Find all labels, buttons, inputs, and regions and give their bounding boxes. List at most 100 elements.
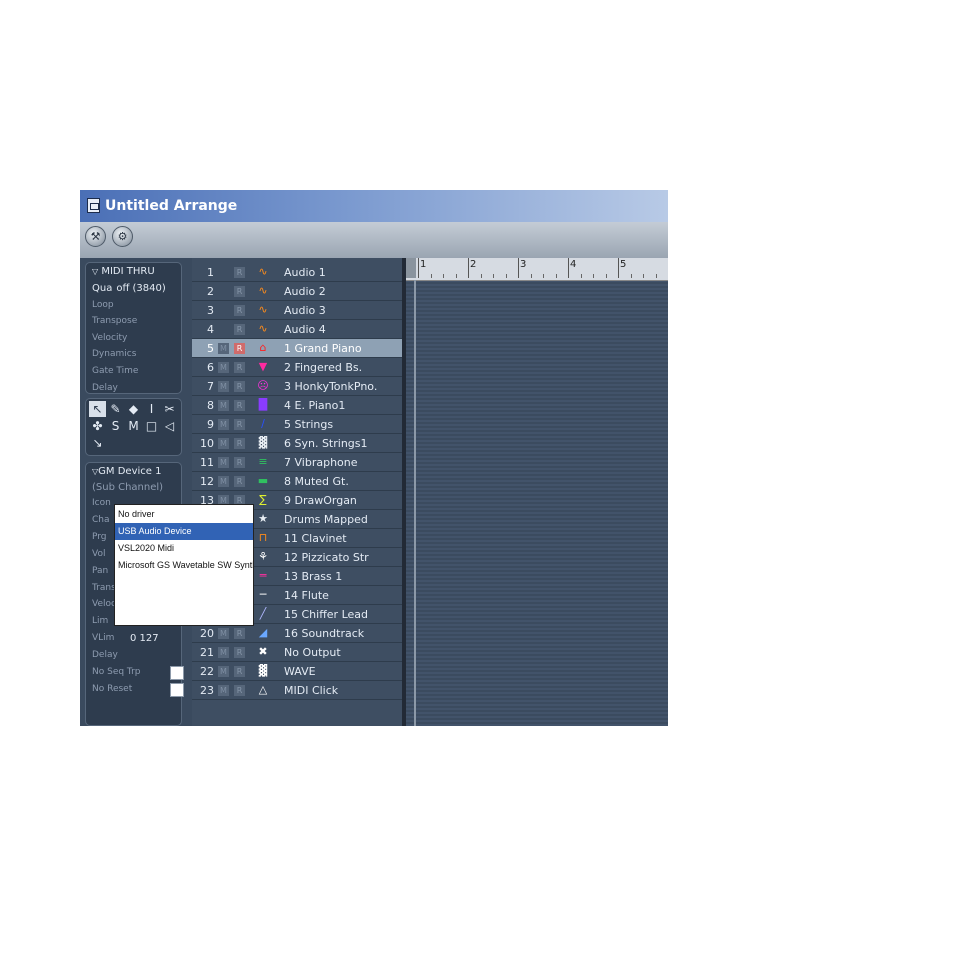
track-name[interactable]: 2 Fingered Bs. [284, 361, 362, 374]
midi-thru-param[interactable]: Delay [92, 383, 118, 393]
mute-button[interactable]: M [218, 476, 229, 487]
track-row[interactable]: 12 M R ▬ 8 Muted Gt. [192, 472, 402, 491]
track-name[interactable]: MIDI Click [284, 684, 338, 697]
track-name[interactable]: 4 E. Piano1 [284, 399, 345, 412]
gm-param[interactable]: Prg [92, 532, 107, 542]
record-button[interactable]: R [234, 267, 245, 278]
track-row[interactable]: 21 M R ✖ No Output [192, 643, 402, 662]
record-button[interactable]: R [234, 457, 245, 468]
arrange-area[interactable]: 1 2 3 4 5 [406, 258, 668, 726]
gm-param[interactable]: No Seq Trp [92, 667, 141, 677]
track-row[interactable]: 2 R ∿ Audio 2 [192, 282, 402, 301]
solo-tool-icon[interactable]: S [107, 418, 124, 434]
mute-button[interactable]: M [218, 457, 229, 468]
track-name[interactable]: 5 Strings [284, 418, 333, 431]
text-tool-icon[interactable]: I [143, 401, 160, 417]
mute-button[interactable]: M [218, 685, 229, 696]
gm-param[interactable]: Trans [92, 583, 116, 593]
catch-button[interactable]: ⚙ [112, 226, 133, 247]
window-document-icon[interactable] [87, 198, 100, 213]
record-button[interactable]: R [234, 400, 245, 411]
gm-param[interactable]: Cha [92, 515, 110, 525]
track-row[interactable]: 23 M R △ MIDI Click [192, 681, 402, 700]
track-name[interactable]: Audio 3 [284, 304, 326, 317]
track-row[interactable]: 7 M R ☹ 3 HonkyTonkPno. [192, 377, 402, 396]
gm-param[interactable]: No Reset [92, 684, 132, 694]
track-name[interactable]: 7 Vibraphone [284, 456, 358, 469]
pencil-tool-icon[interactable]: ✎ [107, 401, 124, 417]
mute-button[interactable]: M [218, 666, 229, 677]
record-button[interactable]: R [234, 685, 245, 696]
track-name[interactable]: Audio 1 [284, 266, 326, 279]
track-name[interactable]: 8 Muted Gt. [284, 475, 349, 488]
track-row[interactable]: 10 M R ▓ 6 Syn. Strings1 [192, 434, 402, 453]
midi-thru-param[interactable]: Qua off (3840) [92, 283, 166, 294]
record-button[interactable]: R [234, 438, 245, 449]
driver-menu-item[interactable]: VSL2020 Midi [115, 540, 253, 557]
track-name[interactable]: 9 DrawOrgan [284, 494, 357, 507]
track-row[interactable]: 9 M R ∕ 5 Strings [192, 415, 402, 434]
mute-button[interactable]: M [218, 647, 229, 658]
midi-thru-param[interactable]: Gate Time [92, 366, 138, 376]
bar-ruler[interactable]: 1 2 3 4 5 [406, 258, 668, 281]
track-name[interactable]: 16 Soundtrack [284, 627, 364, 640]
gm-param[interactable]: Pan [92, 566, 108, 576]
gm-param[interactable]: LimC-2 G8 [92, 616, 164, 627]
mute-button[interactable]: M [218, 381, 229, 392]
mute-button[interactable]: M [218, 419, 229, 430]
track-name[interactable]: Drums Mapped [284, 513, 368, 526]
driver-menu-item[interactable]: No driver [115, 506, 253, 523]
record-button[interactable]: R [234, 305, 245, 316]
track-name[interactable]: WAVE [284, 665, 316, 678]
driver-menu-item[interactable]: USB Audio Device [115, 523, 253, 540]
midi-thru-param[interactable]: Transpose [92, 316, 137, 326]
track-name[interactable]: 12 Pizzicato Str [284, 551, 369, 564]
glue-tool-icon[interactable]: ✤ [89, 418, 106, 434]
track-name[interactable]: 11 Clavinet [284, 532, 347, 545]
record-button[interactable]: R [234, 343, 245, 354]
track-name[interactable]: 15 Chiffer Lead [284, 608, 368, 621]
track-row[interactable]: 5 M R ⌂ 1 Grand Piano [192, 339, 402, 358]
track-name[interactable]: 3 HonkyTonkPno. [284, 380, 377, 393]
ruler-grip[interactable] [406, 258, 416, 278]
track-name[interactable]: No Output [284, 646, 341, 659]
title-bar[interactable]: Untitled Arrange [80, 190, 668, 222]
midi-thru-param[interactable]: Dynamics [92, 349, 136, 359]
checkbox[interactable] [170, 666, 184, 680]
checkbox[interactable] [170, 682, 184, 697]
record-button[interactable]: R [234, 666, 245, 677]
track-name[interactable]: 13 Brass 1 [284, 570, 342, 583]
finger-tool-icon[interactable]: ↘ [89, 435, 106, 451]
record-button[interactable]: R [234, 324, 245, 335]
magnify-tool-icon[interactable]: □ [143, 418, 160, 434]
gm-param[interactable]: Icon [92, 498, 111, 508]
track-name[interactable]: Audio 2 [284, 285, 326, 298]
track-row[interactable]: 6 M R ▼ 2 Fingered Bs. [192, 358, 402, 377]
mute-button[interactable]: M [218, 628, 229, 639]
track-row[interactable]: 20 M R ◢ 16 Soundtrack [192, 624, 402, 643]
pointer-tool-icon[interactable]: ↖ [89, 401, 106, 417]
scissors-tool-icon[interactable]: ✂ [161, 401, 178, 417]
mute-button[interactable]: M [218, 362, 229, 373]
mute-tool-icon[interactable]: M [125, 418, 142, 434]
param-value[interactable]: off (3840) [116, 283, 165, 294]
track-row[interactable]: 1 R ∿ Audio 1 [192, 263, 402, 282]
track-name[interactable]: 6 Syn. Strings1 [284, 437, 368, 450]
link-button[interactable]: ⚒ [85, 226, 106, 247]
track-row[interactable]: 8 M R █ 4 E. Piano1 [192, 396, 402, 415]
song-position-line[interactable] [414, 280, 416, 726]
record-button[interactable]: R [234, 476, 245, 487]
track-row[interactable]: 22 M R ▓ WAVE [192, 662, 402, 681]
midi-thru-param[interactable]: Loop [92, 300, 114, 310]
track-name[interactable]: 1 Grand Piano [284, 342, 362, 355]
gm-param[interactable]: Delay [92, 650, 118, 660]
record-button[interactable]: R [234, 628, 245, 639]
record-button[interactable]: R [234, 286, 245, 297]
gm-param[interactable]: VLim 0 127 [92, 633, 159, 644]
mute-button[interactable]: M [218, 400, 229, 411]
eraser-tool-icon[interactable]: ◆ [125, 401, 142, 417]
mute-button[interactable]: M [218, 343, 229, 354]
midi-thru-param[interactable]: Velocity [92, 333, 127, 343]
mute-button[interactable]: M [218, 438, 229, 449]
gm-param[interactable]: Vol [92, 549, 105, 559]
